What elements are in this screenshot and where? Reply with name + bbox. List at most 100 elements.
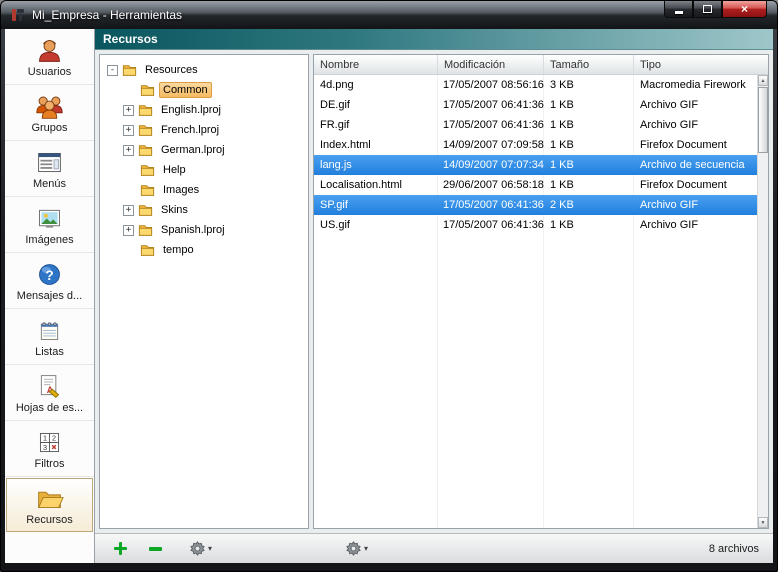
notepad-icon [35, 316, 64, 345]
maximize-button[interactable] [693, 1, 722, 18]
tree-item-french-lproj[interactable]: + French.lproj [100, 120, 308, 140]
file-modified: 17/05/2007 06:41:36 [438, 219, 544, 231]
file-name: FR.gif [314, 119, 438, 131]
file-modified: 17/05/2007 08:56:16 [438, 79, 544, 91]
tree-item-spanish-lproj[interactable]: + Spanish.lproj [100, 220, 308, 240]
file-name: US.gif [314, 219, 438, 231]
sidebar-item-recursos[interactable]: Recursos [6, 478, 93, 532]
tree-item-images[interactable]: Images [100, 180, 308, 200]
file-size: 1 KB [544, 179, 634, 191]
column-header-nombre[interactable]: Nombre [314, 55, 438, 74]
table-row-selected[interactable]: lang.js 14/09/2007 07:07:34 1 KB Archivo… [314, 155, 757, 175]
sidebar-item-hojas[interactable]: A Hojas de es... [5, 365, 94, 421]
panel-title: Recursos [103, 32, 158, 46]
titlebar[interactable]: Mi_Empresa - Herramientas × [1, 1, 777, 29]
tree-item-english-lproj[interactable]: + English.lproj [100, 100, 308, 120]
svg-text:2: 2 [52, 433, 56, 442]
sidebar-item-listas[interactable]: Listas [5, 309, 94, 365]
menu-window-icon [35, 148, 64, 177]
scroll-down-icon[interactable]: ▼ [758, 517, 768, 528]
file-size: 1 KB [544, 139, 634, 151]
sidebar-item-label: Grupos [31, 122, 67, 134]
file-type: Macromedia Firework [634, 79, 757, 91]
table-row[interactable]: Localisation.html 29/06/2007 06:58:18 1 … [314, 175, 757, 195]
tree-item-german-lproj[interactable]: + German.lproj [100, 140, 308, 160]
chevron-down-icon: ▾ [208, 544, 212, 553]
folder-icon [122, 63, 137, 77]
table-row[interactable]: Index.html 14/09/2007 07:09:58 1 KB Fire… [314, 135, 757, 155]
file-rows: 4d.png 17/05/2007 08:56:16 3 KB Macromed… [314, 75, 768, 528]
column-header-modificacion[interactable]: Modificación [438, 55, 544, 74]
folder-icon [140, 183, 155, 197]
plus-icon [114, 542, 127, 555]
table-row[interactable]: US.gif 17/05/2007 06:41:36 1 KB Archivo … [314, 215, 757, 235]
file-name: lang.js [314, 159, 438, 171]
svg-text:3: 3 [43, 442, 47, 451]
gear-icon [190, 541, 205, 556]
tree-item-label: tempo [159, 242, 198, 258]
tree-item-label: Images [159, 182, 203, 198]
folder-icon [140, 83, 155, 97]
app-body: Usuarios Grupos [5, 29, 773, 563]
tree-item-common[interactable]: Common [100, 80, 308, 100]
sidebar-item-usuarios[interactable]: Usuarios [5, 29, 94, 85]
file-size: 3 KB [544, 79, 634, 91]
close-icon: × [741, 2, 748, 16]
tree-item-help[interactable]: Help [100, 160, 308, 180]
folder-icon [138, 123, 153, 137]
tree-item-label: Skins [157, 202, 192, 218]
sidebar-item-mensajes[interactable]: ? Mensajes d... [5, 253, 94, 309]
sidebar: Usuarios Grupos [5, 29, 95, 563]
sidebar-item-grupos[interactable]: Grupos [5, 85, 94, 141]
svg-text:?: ? [45, 267, 53, 282]
expand-icon[interactable]: + [123, 105, 134, 116]
collapse-icon[interactable]: - [107, 65, 118, 76]
expand-icon[interactable]: + [123, 145, 134, 156]
sidebar-item-filtros[interactable]: 1 2 3 Filtros [5, 421, 94, 477]
maximize-icon [703, 5, 712, 13]
tree-item-label: Common [159, 82, 212, 98]
expand-icon[interactable]: + [123, 125, 134, 136]
file-modified: 29/06/2007 06:58:18 [438, 179, 544, 191]
table-row[interactable]: DE.gif 17/05/2007 06:41:36 1 KB Archivo … [314, 95, 757, 115]
panel-header: Recursos [95, 29, 773, 50]
remove-button[interactable] [146, 544, 165, 554]
list-actions-dropdown[interactable]: ▾ [343, 538, 371, 559]
file-name: DE.gif [314, 99, 438, 111]
column-header-tipo[interactable]: Tipo [634, 55, 768, 74]
table-row[interactable]: FR.gif 17/05/2007 06:41:36 1 KB Archivo … [314, 115, 757, 135]
file-size: 1 KB [544, 159, 634, 171]
tree-item-label: Resources [141, 62, 202, 78]
vertical-scrollbar[interactable]: ▲ ▼ [757, 75, 768, 528]
window-title: Mi_Empresa - Herramientas [32, 8, 182, 22]
sidebar-item-label: Filtros [35, 458, 65, 470]
tree-item-skins[interactable]: + Skins [100, 200, 308, 220]
column-header-tamano[interactable]: Tamaño [544, 55, 634, 74]
tree-item-label: English.lproj [157, 102, 225, 118]
tree-actions-dropdown[interactable]: ▾ [187, 538, 215, 559]
expand-icon[interactable]: + [123, 225, 134, 236]
file-count-status: 8 archivos [709, 543, 759, 555]
scrollbar-thumb[interactable] [758, 87, 768, 153]
scroll-up-icon[interactable]: ▲ [758, 75, 768, 86]
file-modified: 14/09/2007 07:09:58 [438, 139, 544, 151]
tree-item-tempo[interactable]: tempo [100, 240, 308, 260]
add-button[interactable] [111, 539, 130, 558]
sidebar-item-label: Menús [33, 178, 66, 190]
table-row[interactable]: 4d.png 17/05/2007 08:56:16 3 KB Macromed… [314, 75, 757, 95]
expand-icon[interactable]: + [123, 205, 134, 216]
sidebar-item-imagenes[interactable]: Imágenes [5, 197, 94, 253]
folder-icon [140, 163, 155, 177]
app-window: Mi_Empresa - Herramientas × Usuarios [0, 0, 778, 572]
close-button[interactable]: × [722, 1, 767, 18]
resource-tree: - Resources Common + English.lproj [99, 54, 309, 529]
minimize-button[interactable] [664, 1, 693, 18]
tree-item-resources[interactable]: - Resources [100, 60, 308, 80]
file-type: Firefox Document [634, 139, 757, 151]
folder-icon [35, 484, 64, 513]
sidebar-item-menus[interactable]: Menús [5, 141, 94, 197]
file-list: Nombre Modificación Tamaño Tipo 4d.png 1… [313, 54, 769, 529]
file-type: Archivo GIF [634, 119, 757, 131]
table-row-selected[interactable]: SP.gif 17/05/2007 06:41:36 2 KB Archivo … [314, 195, 757, 215]
file-modified: 14/09/2007 07:07:34 [438, 159, 544, 171]
